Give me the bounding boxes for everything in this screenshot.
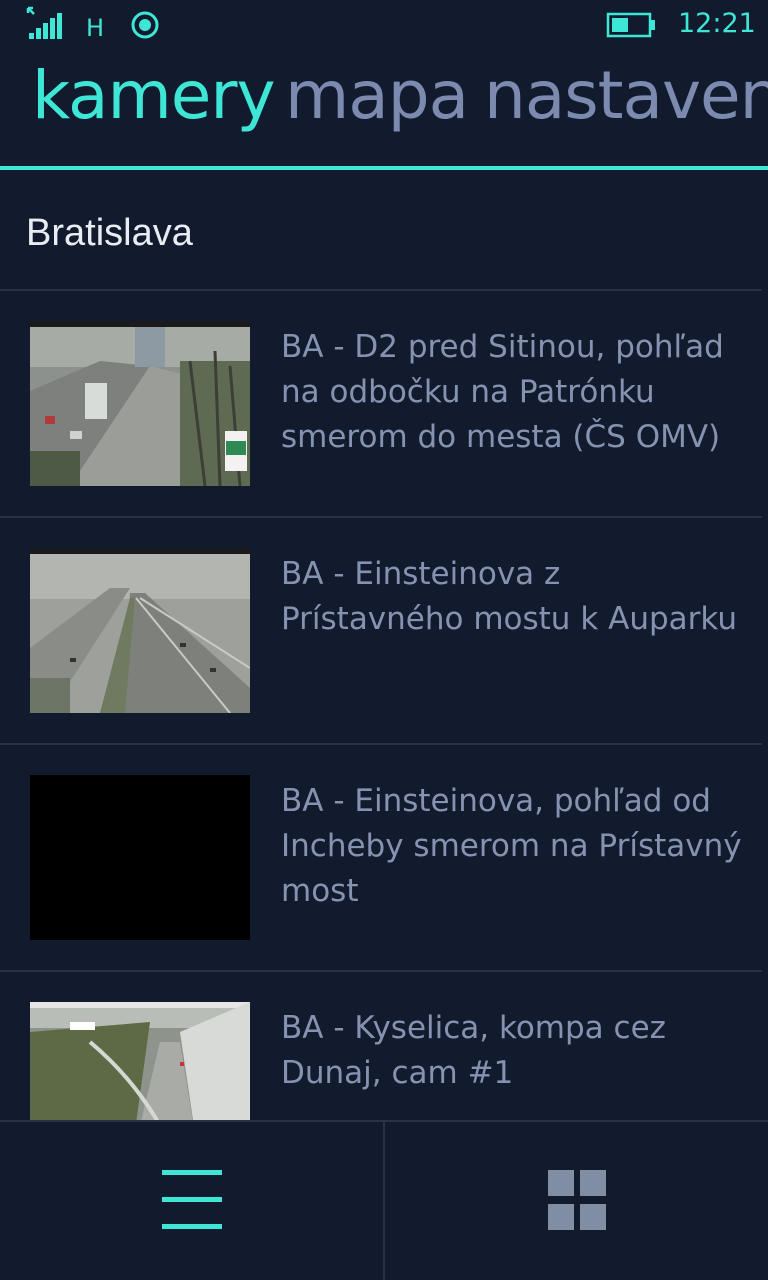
status-bar: H 12:21 [0, 0, 768, 52]
tab-mapa[interactable]: mapa [285, 56, 469, 136]
location-icon [131, 11, 159, 39]
camera-image [30, 321, 250, 486]
camera-image [30, 775, 250, 940]
camera-image [30, 548, 250, 713]
grid-view-button[interactable] [385, 1122, 768, 1280]
camera-thumbnail [30, 548, 250, 713]
camera-title: BA - Einsteinova z Prístavného mostu k A… [281, 556, 738, 637]
tab-nastavenia[interactable]: nastavenia [484, 56, 768, 136]
camera-title: BA - D2 pred Sitinou, pohľad na odbočku … [281, 329, 724, 455]
camera-list-item[interactable]: BA - D2 pred Sitinou, pohľad na odbočku … [0, 291, 768, 517]
app-bar [0, 1120, 768, 1280]
menu-button[interactable] [0, 1122, 383, 1280]
group-header[interactable]: Bratislava [26, 208, 193, 258]
pivot-underline [0, 166, 768, 170]
signal-icon [26, 6, 62, 39]
grid-view-icon [548, 1170, 608, 1230]
camera-list-item[interactable]: BA - Einsteinova z Prístavného mostu k A… [0, 518, 768, 744]
network-type-label: H [86, 14, 105, 42]
camera-title: BA - Kyselica, kompa cez Dunaj, cam #1 [281, 1010, 666, 1091]
pivot-header: kamery mapa nastavenia [0, 52, 768, 170]
battery-icon [606, 12, 655, 38]
clock-time: 12:21 [678, 8, 756, 39]
camera-thumbnail [30, 321, 250, 486]
hamburger-menu-icon [162, 1170, 222, 1232]
tab-kamery[interactable]: kamery [32, 56, 276, 136]
camera-list-item[interactable]: BA - Einsteinova, pohľad od Incheby smer… [0, 745, 768, 971]
camera-thumbnail [30, 775, 250, 940]
camera-title: BA - Einsteinova, pohľad od Incheby smer… [281, 783, 742, 909]
